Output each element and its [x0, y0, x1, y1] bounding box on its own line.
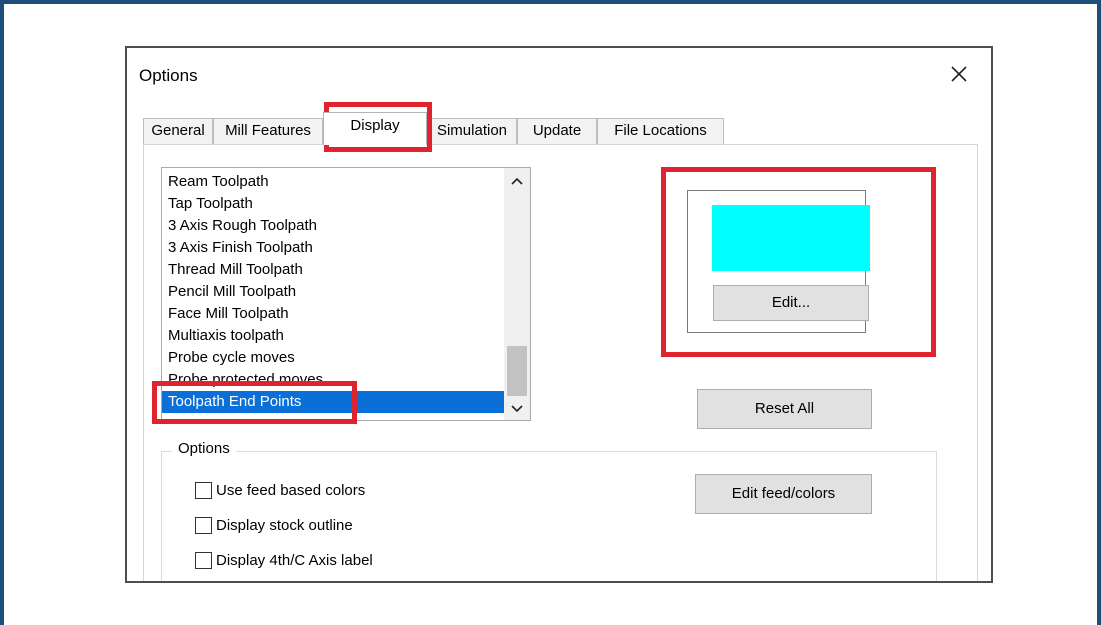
list-item-pencil-mill-toolpath[interactable]: Pencil Mill Toolpath	[162, 281, 504, 303]
tab-update[interactable]: Update	[517, 118, 597, 144]
display-4th-c-axis-label-row[interactable]: Display 4th/C Axis label	[195, 549, 373, 571]
display-4th-c-axis-label-label: Display 4th/C Axis label	[216, 551, 373, 569]
chevron-down-icon	[511, 405, 523, 413]
list-items: Ream Toolpath Tap Toolpath 3 Axis Rough …	[162, 171, 504, 413]
scroll-thumb[interactable]	[507, 346, 527, 396]
close-button[interactable]	[945, 60, 973, 88]
dialog-title: Options	[139, 66, 198, 85]
use-feed-based-colors-checkbox[interactable]	[195, 481, 212, 499]
list-item-multiaxis-toolpath[interactable]: Multiaxis toolpath	[162, 325, 504, 347]
scroll-up-button[interactable]	[504, 170, 530, 192]
color-preview-group: Edit...	[687, 190, 870, 333]
edit-color-button[interactable]: Edit...	[713, 285, 869, 321]
list-item-thread-mill-toolpath[interactable]: Thread Mill Toolpath	[162, 259, 504, 281]
display-stock-outline-checkbox[interactable]	[195, 516, 212, 534]
scroll-down-button[interactable]	[504, 398, 530, 420]
display-4th-c-axis-label-checkbox[interactable]	[195, 551, 212, 569]
list-item-3-axis-finish-toolpath[interactable]: 3 Axis Finish Toolpath	[162, 237, 504, 259]
list-item-face-mill-toolpath[interactable]: Face Mill Toolpath	[162, 303, 504, 325]
options-group-label: Options	[172, 440, 236, 457]
chevron-up-icon	[511, 177, 523, 185]
tab-file-locations[interactable]: File Locations	[597, 118, 724, 144]
tab-mill-features[interactable]: Mill Features	[213, 118, 323, 144]
tab-simulation[interactable]: Simulation	[427, 118, 517, 144]
tab-display[interactable]: Display	[323, 112, 427, 145]
list-item-tap-toolpath[interactable]: Tap Toolpath	[162, 193, 504, 215]
display-item-listbox[interactable]: Ream Toolpath Tap Toolpath 3 Axis Rough …	[161, 167, 531, 421]
tab-general[interactable]: General	[143, 118, 213, 144]
color-swatch	[712, 205, 870, 271]
close-icon	[951, 66, 967, 82]
use-feed-based-colors-row[interactable]: Use feed based colors	[195, 479, 365, 501]
list-item-probe-cycle-moves[interactable]: Probe cycle moves	[162, 347, 504, 369]
list-item-3-axis-rough-toolpath[interactable]: 3 Axis Rough Toolpath	[162, 215, 504, 237]
list-item-ream-toolpath[interactable]: Ream Toolpath	[162, 171, 504, 193]
display-stock-outline-row[interactable]: Display stock outline	[195, 514, 353, 536]
display-stock-outline-label: Display stock outline	[216, 516, 353, 534]
list-item-probe-protected-moves[interactable]: Probe protected moves	[162, 369, 504, 391]
use-feed-based-colors-label: Use feed based colors	[216, 481, 366, 499]
options-dialog: Options General Mill Features Display Si…	[125, 46, 993, 583]
reset-all-button[interactable]: Reset All	[697, 389, 872, 429]
list-item-toolpath-end-points[interactable]: Toolpath End Points	[162, 391, 504, 413]
edit-feed-colors-button[interactable]: Edit feed/colors	[695, 474, 872, 514]
listbox-scrollbar[interactable]	[504, 168, 530, 420]
